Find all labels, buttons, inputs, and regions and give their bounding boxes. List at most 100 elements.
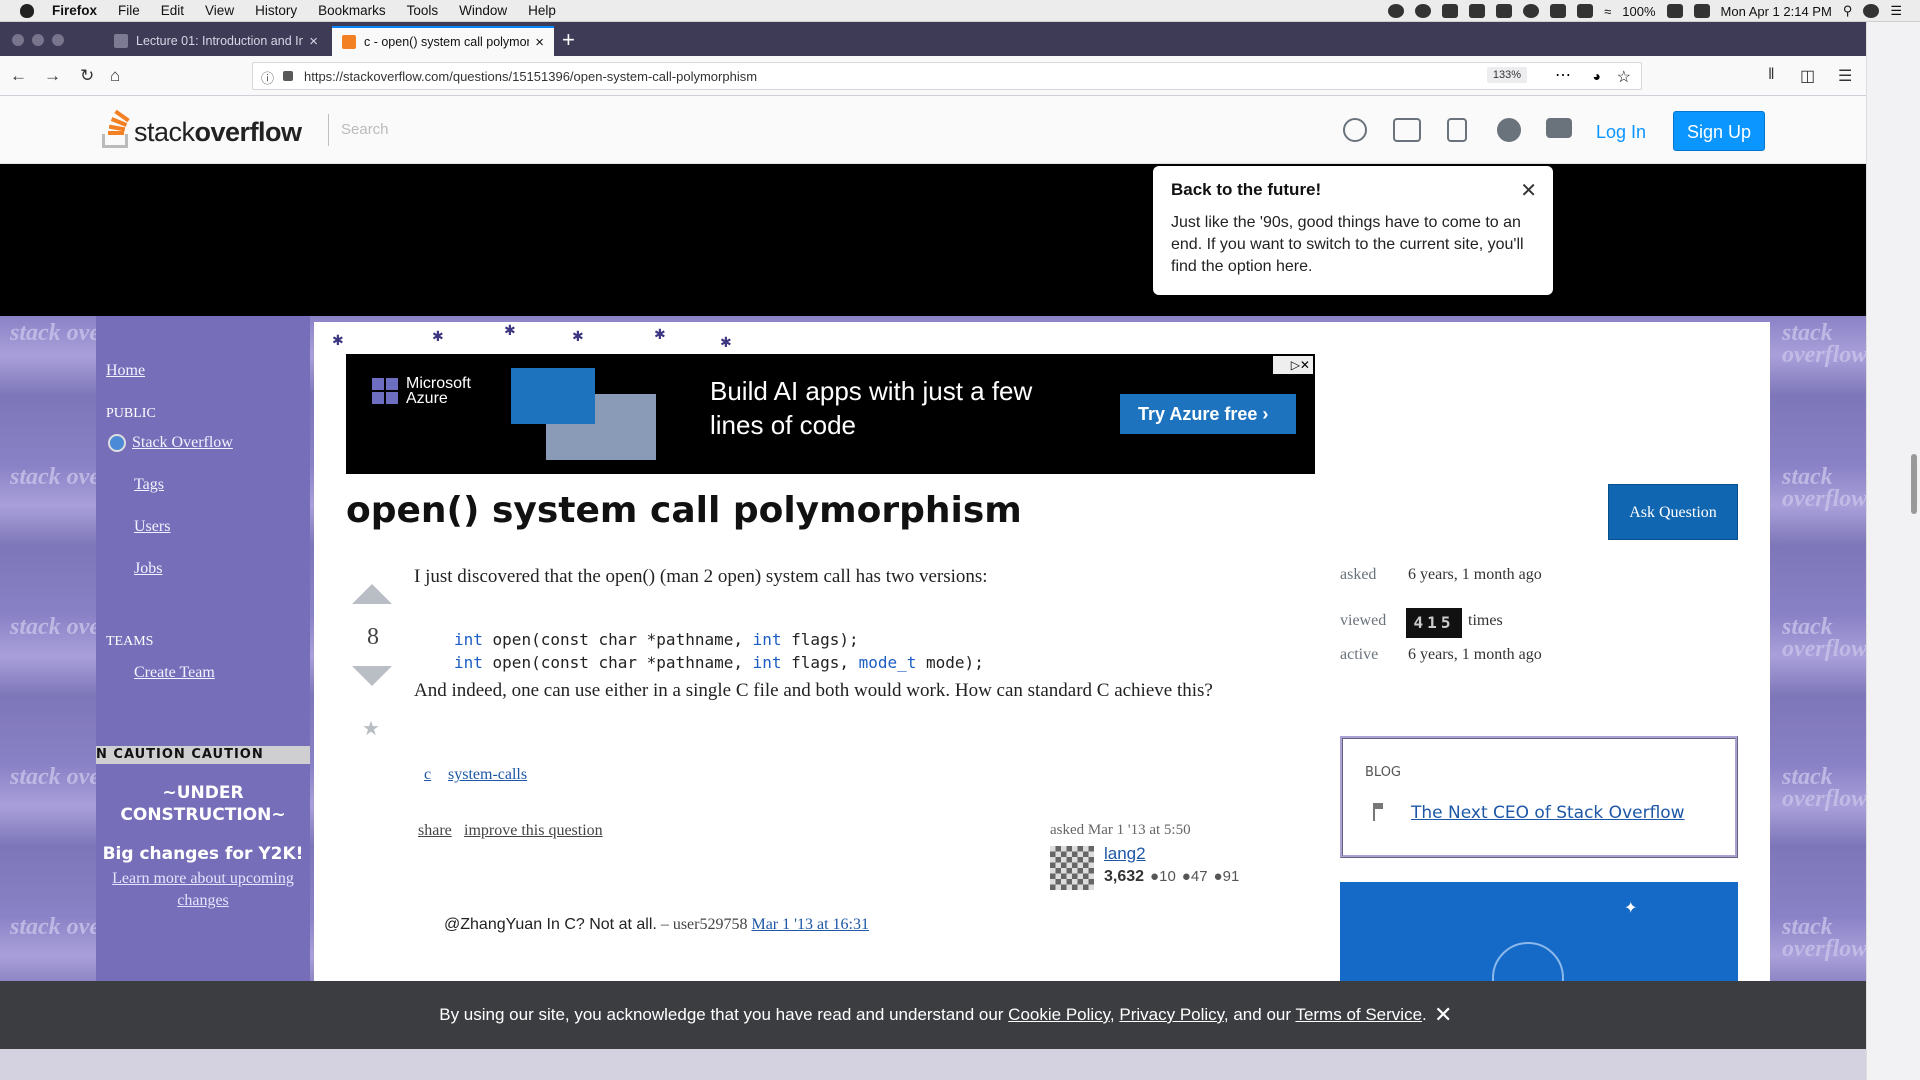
- pocket-icon[interactable]: ◕: [1593, 68, 1601, 84]
- notification-center-icon[interactable]: ☰: [1890, 3, 1902, 19]
- try-azure-button[interactable]: Try Azure free ›: [1120, 394, 1296, 434]
- azure-ad-banner[interactable]: Microsoft Azure Build AI apps with just a…: [346, 354, 1315, 474]
- cookie-text: ,: [1109, 1005, 1120, 1024]
- site-info-icon[interactable]: ⓘ: [261, 68, 274, 87]
- comment-author[interactable]: – user529758: [657, 916, 752, 933]
- app-status-icon[interactable]: [1523, 4, 1540, 18]
- record-icon[interactable]: [1388, 4, 1405, 18]
- cookie-close-icon[interactable]: ✕: [1434, 981, 1452, 1049]
- favorite-star-icon[interactable]: ★: [362, 716, 380, 741]
- window-minimize-button[interactable]: [32, 34, 44, 46]
- window-zoom-button[interactable]: [52, 34, 64, 46]
- menu-app-firefox[interactable]: Firefox: [52, 3, 97, 18]
- sidebar-item-tags[interactable]: Tags: [134, 476, 164, 494]
- recent-activity-icon[interactable]: [1343, 118, 1367, 142]
- wifi-icon[interactable]: ≈: [1604, 4, 1611, 19]
- cookie-consent-banner: By using our site, you acknowledge that …: [0, 981, 1866, 1049]
- back-icon[interactable]: ←: [10, 66, 27, 86]
- stat-viewed-suffix: times: [1468, 612, 1503, 629]
- reload-icon[interactable]: ↻: [80, 66, 94, 86]
- menu-tools[interactable]: Tools: [407, 3, 439, 18]
- user-name-link[interactable]: lang2: [1104, 844, 1146, 864]
- comment-text: @ZhangYuan In C? Not at all.: [444, 916, 657, 933]
- spotlight-search-icon[interactable]: ⚲: [1843, 3, 1853, 19]
- dark-circle-icon[interactable]: [1415, 4, 1432, 18]
- cloud-icon[interactable]: [1469, 4, 1486, 18]
- scrollbar-thumb[interactable]: [1911, 454, 1917, 514]
- menu-bookmarks[interactable]: Bookmarks: [318, 3, 386, 18]
- menu-file[interactable]: File: [118, 3, 140, 18]
- comment-date-link[interactable]: Mar 1 '13 at 16:31: [751, 916, 869, 933]
- user-avatar[interactable]: [1050, 846, 1094, 890]
- sidebar-item-create-team[interactable]: Create Team: [134, 664, 215, 682]
- menu-window[interactable]: Window: [459, 3, 507, 18]
- menu-edit[interactable]: Edit: [161, 3, 184, 18]
- home-icon[interactable]: ⌂: [110, 66, 120, 86]
- login-link[interactable]: Log In: [1596, 122, 1646, 143]
- dropbox-icon[interactable]: [1442, 4, 1459, 18]
- menu-help[interactable]: Help: [528, 3, 556, 18]
- bg-tile-text: stack overflow: [1782, 614, 1866, 662]
- library-icon[interactable]: ‖: [1768, 66, 1775, 84]
- downvote-arrow-icon[interactable]: [352, 666, 392, 686]
- ask-question-button[interactable]: Ask Question: [1608, 484, 1738, 540]
- menu-view[interactable]: View: [205, 3, 234, 18]
- page-actions-icon[interactable]: ⋯: [1555, 65, 1571, 85]
- hamburger-menu-icon[interactable]: ☰: [1838, 66, 1852, 86]
- url-bar[interactable]: ⓘ https://stackoverflow.com/questions/15…: [252, 62, 1642, 90]
- code-keyword: int: [752, 653, 782, 672]
- big-changes-text: Big changes for Y2K!: [102, 844, 304, 864]
- code-keyword: int: [752, 630, 782, 649]
- blog-post-link[interactable]: The Next CEO of Stack Overflow: [1411, 803, 1685, 823]
- privacy-policy-link[interactable]: Privacy Policy: [1119, 1005, 1224, 1024]
- apple-icon[interactable]: [20, 3, 34, 18]
- bookmark-star-icon[interactable]: ☆: [1617, 67, 1631, 87]
- tab-lecture[interactable]: Lecture 01: Introduction and In ×: [104, 26, 328, 56]
- stackoverflow-logo[interactable]: stack overflow: [100, 109, 302, 148]
- tab-close-icon[interactable]: ×: [309, 33, 318, 50]
- keyboard-icon[interactable]: [1693, 4, 1710, 18]
- url-text[interactable]: https://stackoverflow.com/questions/1515…: [304, 69, 757, 84]
- window-close-button[interactable]: [12, 34, 24, 46]
- sidebar-item-jobs[interactable]: Jobs: [134, 560, 162, 578]
- learn-more-link[interactable]: Learn more about upcoming changes: [96, 868, 310, 912]
- site-search-input[interactable]: Search: [328, 114, 1258, 146]
- cta-label: Try Azure free: [1138, 404, 1258, 424]
- tab-stackoverflow[interactable]: c - open() system call polymor ×: [332, 26, 554, 56]
- zoom-level[interactable]: 133%: [1486, 67, 1527, 83]
- help-icon[interactable]: [1497, 118, 1521, 142]
- forward-icon[interactable]: →: [44, 66, 61, 86]
- sidebar-heading-public: PUBLIC: [106, 406, 156, 421]
- cookie-policy-link[interactable]: Cookie Policy: [1008, 1005, 1110, 1024]
- sidebar-item-users[interactable]: Users: [134, 518, 170, 536]
- new-tab-icon[interactable]: +: [562, 28, 575, 52]
- bronze-badge-count: ●91: [1213, 868, 1240, 885]
- popover-close-icon[interactable]: ✕: [1520, 178, 1537, 203]
- tab-close-icon[interactable]: ×: [535, 34, 544, 51]
- share-link[interactable]: share: [418, 822, 452, 840]
- page-scrollbar[interactable]: [1866, 22, 1920, 1080]
- tag-c[interactable]: c: [424, 766, 431, 784]
- ad-choices-close-icon[interactable]: ▷✕: [1273, 356, 1313, 374]
- menu-history[interactable]: History: [255, 3, 297, 18]
- sparkle-icon: ✦: [1624, 900, 1638, 917]
- clock[interactable]: Mon Apr 1 2:14 PM: [1721, 4, 1832, 19]
- achievements-trophy-icon[interactable]: [1447, 118, 1467, 142]
- airplay-icon[interactable]: [1577, 4, 1594, 18]
- site-switcher-icon[interactable]: [1546, 118, 1572, 138]
- sidebar-toggle-icon[interactable]: ◫: [1800, 66, 1815, 86]
- sidebar-item-home[interactable]: Home: [106, 362, 145, 380]
- calendar-icon[interactable]: [1550, 4, 1567, 18]
- improve-question-link[interactable]: improve this question: [464, 822, 603, 840]
- inbox-icon[interactable]: [1393, 118, 1421, 142]
- siri-icon[interactable]: [1863, 4, 1880, 18]
- question-title[interactable]: open() system call polymorphism: [346, 490, 1022, 531]
- tag-system-calls[interactable]: system-calls: [448, 766, 527, 784]
- battery-icon[interactable]: [1666, 4, 1683, 18]
- screen-icon[interactable]: [1496, 4, 1513, 18]
- upvote-arrow-icon[interactable]: [352, 584, 392, 604]
- terms-of-service-link[interactable]: Terms of Service: [1295, 1005, 1422, 1024]
- sidebar-item-stackoverflow[interactable]: Stack Overflow: [132, 434, 233, 452]
- signup-button[interactable]: Sign Up: [1673, 111, 1765, 151]
- user-reputation: 3,632 ●10 ●47 ●91: [1104, 868, 1239, 886]
